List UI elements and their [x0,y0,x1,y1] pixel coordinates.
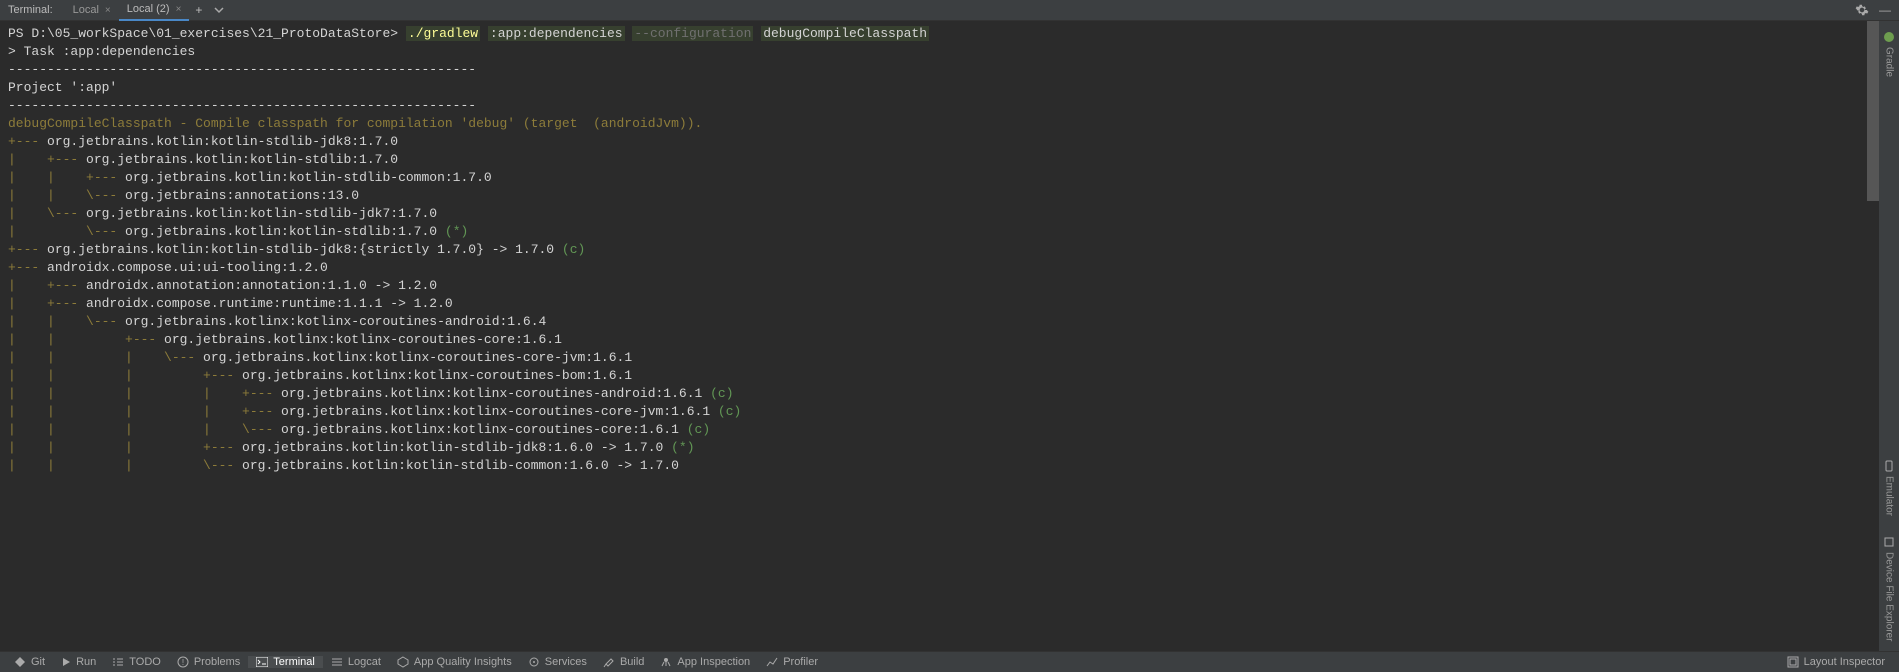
terminal-header: Terminal: Local × Local (2) × + — [0,0,1899,21]
tree-line: | \--- org.jetbrains.kotlin:kotlin-stdli… [8,223,1891,241]
output-task: > Task :app:dependencies [8,43,1891,61]
tree-line: | | +--- org.jetbrains.kotlinx:kotlinx-c… [8,331,1891,349]
footer-todo[interactable]: TODO [104,656,169,668]
close-icon[interactable]: × [176,4,182,15]
footer-run[interactable]: Run [53,656,104,668]
prompt-path: D:\05_workSpace\01_exercises\21_ProtoDat… [31,26,398,41]
prompt-prefix: PS [8,26,31,41]
output-sep: ----------------------------------------… [8,97,1891,115]
tree-line: | | +--- org.jetbrains.kotlin:kotlin-std… [8,169,1891,187]
cmd-arg2: debugCompileClasspath [761,26,929,41]
side-tool-gradle[interactable]: Gradle [1881,21,1897,87]
footer-app-quality[interactable]: App Quality Insights [389,656,520,668]
cmd-arg: :app:dependencies [488,26,625,41]
tree-line: | | \--- org.jetbrains.kotlinx:kotlinx-c… [8,313,1891,331]
gear-icon[interactable] [1855,3,1869,17]
tree-line: +--- androidx.compose.ui:ui-tooling:1.2.… [8,259,1891,277]
header-right: — [1855,3,1899,17]
minimize-icon[interactable]: — [1879,3,1891,17]
output-project: Project ':app' [8,79,1891,97]
footer-problems[interactable]: ! Problems [169,656,248,668]
footer-logcat[interactable]: Logcat [323,656,389,668]
footer-build[interactable]: Build [595,656,652,668]
svg-text:!: ! [182,658,184,667]
terminal-label: Terminal: [8,4,53,16]
output-config: debugCompileClasspath - Compile classpat… [8,115,1891,133]
tab-local-2[interactable]: Local (2) × [119,0,190,21]
tree-line: | \--- org.jetbrains.kotlin:kotlin-stdli… [8,205,1891,223]
dropdown-icon[interactable] [208,5,230,15]
footer: Git Run TODO ! Problems Terminal Logcat … [0,651,1899,672]
tree-line: | | | | \--- org.jetbrains.kotlinx:kotli… [8,421,1891,439]
tab-label: Local [73,4,99,16]
footer-right: Layout Inspector [1779,656,1893,668]
add-tab-icon[interactable]: + [189,3,208,17]
tree-line: +--- org.jetbrains.kotlin:kotlin-stdlib-… [8,133,1891,151]
tree-line: | +--- androidx.annotation:annotation:1.… [8,277,1891,295]
tree-line: | | | +--- org.jetbrains.kotlinx:kotlinx… [8,367,1891,385]
footer-terminal[interactable]: Terminal [248,656,323,668]
tree-line: | | \--- org.jetbrains:annotations:13.0 [8,187,1891,205]
tree-line: +--- org.jetbrains.kotlin:kotlin-stdlib-… [8,241,1891,259]
tree-line: | | | \--- org.jetbrains.kotlinx:kotlinx… [8,349,1891,367]
terminal-body[interactable]: PS D:\05_workSpace\01_exercises\21_Proto… [0,21,1899,651]
tree-line: | +--- org.jetbrains.kotlin:kotlin-stdli… [8,151,1891,169]
footer-profiler[interactable]: Profiler [758,656,826,668]
output-sep: ----------------------------------------… [8,61,1891,79]
side-tool-device-explorer[interactable]: Device File Explorer [1881,526,1897,651]
tree-line: | | | | +--- org.jetbrains.kotlinx:kotli… [8,385,1891,403]
side-tools: Gradle Emulator Device File Explorer [1879,21,1899,651]
footer-git[interactable]: Git [6,656,53,668]
tree-line: | | | +--- org.jetbrains.kotlin:kotlin-s… [8,439,1891,457]
tree-line: | +--- androidx.compose.runtime:runtime:… [8,295,1891,313]
cmd-opt: --configuration [632,26,753,41]
footer-app-inspection[interactable]: App Inspection [652,656,758,668]
close-icon[interactable]: × [105,5,111,16]
scrollbar[interactable] [1867,21,1879,201]
tab-label: Local (2) [127,3,170,15]
tree-line: | | | \--- org.jetbrains.kotlin:kotlin-s… [8,457,1891,475]
footer-layout-inspector[interactable]: Layout Inspector [1779,656,1893,668]
footer-services[interactable]: Services [520,656,595,668]
tree-line: | | | | +--- org.jetbrains.kotlinx:kotli… [8,403,1891,421]
side-tool-emulator[interactable]: Emulator [1881,450,1897,526]
tab-local[interactable]: Local × [65,0,119,21]
prompt-line: PS D:\05_workSpace\01_exercises\21_Proto… [8,25,1891,43]
cmd: ./gradlew [406,26,480,41]
